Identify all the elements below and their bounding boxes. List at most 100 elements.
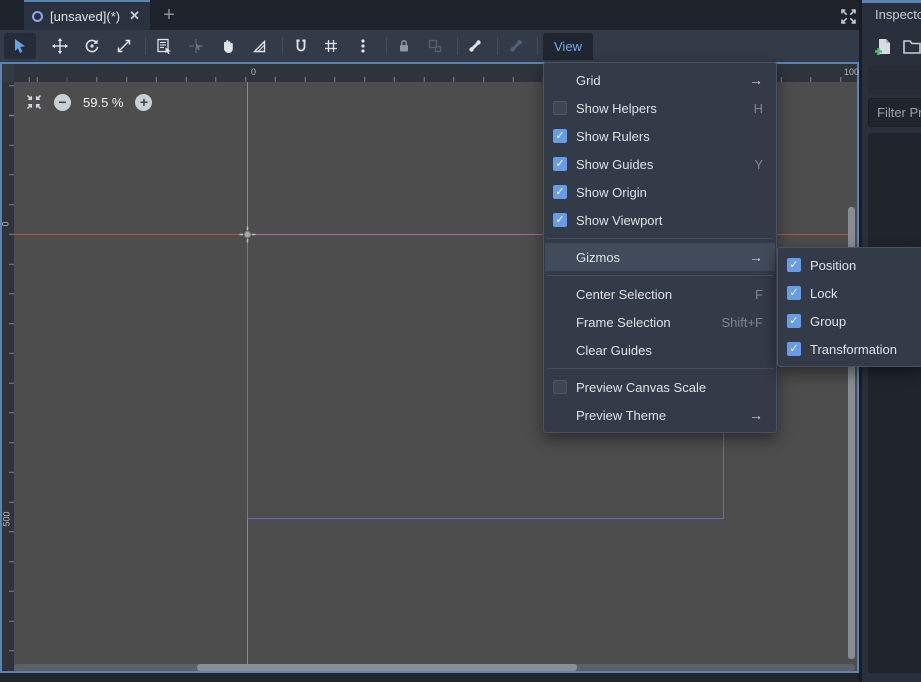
checkbox-unchecked bbox=[553, 380, 567, 394]
menu-item-show-rulers[interactable]: ✓ Show Rulers bbox=[545, 122, 775, 150]
inspector-tab[interactable]: Inspector bbox=[875, 7, 921, 22]
horizontal-scrollbar-thumb[interactable] bbox=[197, 664, 577, 671]
gizmos-submenu-popup: ✓ Position ✓ Lock ✓ Group ✓ Transformati… bbox=[777, 247, 921, 367]
move-icon bbox=[52, 38, 68, 54]
checkbox-checked: ✓ bbox=[787, 314, 801, 328]
skeleton-icon bbox=[508, 38, 524, 54]
origin-anchor-marker[interactable] bbox=[239, 226, 256, 243]
move-tool-button[interactable] bbox=[44, 33, 76, 59]
select-tool-button[interactable] bbox=[4, 33, 36, 59]
ruler-label: 0 bbox=[1, 221, 11, 226]
submenu-arrow-icon: → bbox=[749, 249, 763, 265]
grid-icon bbox=[323, 38, 339, 54]
zoom-level-label[interactable]: 59.5 % bbox=[83, 95, 123, 110]
checkbox-checked: ✓ bbox=[787, 286, 801, 300]
menu-item-gizmos[interactable]: Gizmos → bbox=[545, 243, 775, 271]
crosshair-icon bbox=[188, 38, 204, 54]
magnet-icon bbox=[293, 38, 309, 54]
lock-icon bbox=[396, 38, 412, 54]
scene-tab-title: [unsaved](*) bbox=[50, 9, 120, 24]
expand-arrows-icon bbox=[840, 8, 857, 25]
menu-item-lock[interactable]: ✓ Lock bbox=[779, 279, 921, 307]
menu-item-preview-theme[interactable]: Preview Theme → bbox=[545, 401, 775, 429]
view-menu-button[interactable]: View bbox=[543, 33, 593, 60]
menu-item-position[interactable]: ✓ Position bbox=[779, 251, 921, 279]
ruler-label: 500 bbox=[2, 511, 12, 526]
properties-area bbox=[868, 133, 921, 673]
position-snap-button[interactable] bbox=[180, 33, 212, 59]
ungroup-button[interactable] bbox=[419, 33, 451, 59]
new-resource-button[interactable] bbox=[875, 38, 892, 56]
scale-tool-button[interactable] bbox=[108, 33, 140, 59]
hand-icon bbox=[220, 38, 236, 54]
close-tab-icon[interactable]: ✕ bbox=[129, 8, 140, 24]
menu-item-grid[interactable]: Grid → bbox=[545, 66, 775, 94]
triangle-ruler-icon bbox=[251, 38, 267, 54]
skeleton-options-button[interactable] bbox=[500, 33, 532, 59]
menu-separator bbox=[547, 275, 773, 276]
checkbox-checked: ✓ bbox=[787, 342, 801, 356]
checkbox-checked: ✓ bbox=[553, 157, 567, 171]
menu-item-show-viewport[interactable]: ✓ Show Viewport bbox=[545, 206, 775, 234]
menu-item-transformation[interactable]: ✓ Transformation bbox=[779, 335, 921, 363]
list-select-button[interactable] bbox=[148, 33, 180, 59]
ruler-tool-button[interactable] bbox=[243, 33, 275, 59]
ruler-left: 0 500 bbox=[2, 82, 14, 671]
checkbox-checked: ✓ bbox=[553, 185, 567, 199]
rotate-tool-button[interactable] bbox=[76, 33, 108, 59]
toolbar-separator bbox=[145, 37, 146, 55]
spacer bbox=[553, 315, 567, 329]
menu-item-show-origin[interactable]: ✓ Show Origin bbox=[545, 178, 775, 206]
spacer bbox=[553, 287, 567, 301]
spacer bbox=[553, 73, 567, 87]
canvas-toolbar: View bbox=[0, 30, 860, 62]
scale-icon bbox=[116, 38, 132, 54]
checkbox-checked: ✓ bbox=[787, 258, 801, 272]
filter-properties-input[interactable] bbox=[868, 98, 921, 127]
snap-options-button[interactable] bbox=[347, 33, 379, 59]
vertical-dots-icon bbox=[355, 38, 371, 54]
zoom-controls: − 59.5 % + bbox=[26, 88, 152, 116]
menu-item-show-helpers[interactable]: Show Helpers H bbox=[545, 94, 775, 122]
menu-item-preview-canvas-scale[interactable]: Preview Canvas Scale bbox=[545, 373, 775, 401]
scene-tab-unsaved[interactable]: [unsaved](*) ✕ bbox=[24, 0, 150, 30]
distraction-free-button[interactable] bbox=[837, 5, 859, 27]
submenu-arrow-icon: → bbox=[749, 407, 763, 423]
smart-snap-button[interactable] bbox=[285, 33, 317, 59]
center-view-icon[interactable] bbox=[26, 94, 42, 110]
toolbar-separator bbox=[282, 37, 283, 55]
ruler-label: 0 bbox=[251, 67, 256, 77]
load-resource-button[interactable] bbox=[903, 39, 921, 54]
cursor-arrow-icon bbox=[12, 38, 28, 54]
menu-item-show-guides[interactable]: ✓ Show Guides Y bbox=[545, 150, 775, 178]
spacer bbox=[553, 408, 567, 422]
checkbox-checked: ✓ bbox=[553, 129, 567, 143]
checkbox-unchecked bbox=[553, 101, 567, 115]
menu-item-frame-selection[interactable]: Frame Selection Shift+F bbox=[545, 308, 775, 336]
spacer bbox=[553, 343, 567, 357]
zoom-in-button[interactable]: + bbox=[135, 94, 152, 111]
menu-item-clear-guides[interactable]: Clear Guides bbox=[545, 336, 775, 364]
submenu-arrow-icon: → bbox=[749, 72, 763, 88]
toolbar-separator bbox=[386, 37, 387, 55]
bone-icon bbox=[467, 38, 483, 54]
dock-focus-border bbox=[862, 0, 921, 3]
scene-tab-bar: [unsaved](*) ✕ + bbox=[0, 0, 860, 30]
lock-selection-button[interactable] bbox=[388, 33, 420, 59]
menu-separator bbox=[547, 368, 773, 369]
pan-tool-button[interactable] bbox=[212, 33, 244, 59]
menu-item-group[interactable]: ✓ Group bbox=[779, 307, 921, 335]
bone-button[interactable] bbox=[459, 33, 491, 59]
grid-snap-button[interactable] bbox=[315, 33, 347, 59]
toolbar-separator bbox=[497, 37, 498, 55]
zoom-out-button[interactable]: − bbox=[54, 94, 71, 111]
menu-item-center-selection[interactable]: Center Selection F bbox=[545, 280, 775, 308]
add-scene-tab-button[interactable]: + bbox=[158, 2, 180, 28]
scene-icon bbox=[32, 11, 43, 22]
ruler-corner bbox=[2, 64, 14, 82]
new-resource-icon bbox=[875, 38, 892, 56]
view-menu-popup: Grid → Show Helpers H ✓ Show Rulers ✓ Sh… bbox=[543, 62, 777, 433]
ungroup-icon bbox=[427, 38, 443, 54]
history-box[interactable] bbox=[868, 66, 921, 94]
toolbar-separator bbox=[457, 37, 458, 55]
